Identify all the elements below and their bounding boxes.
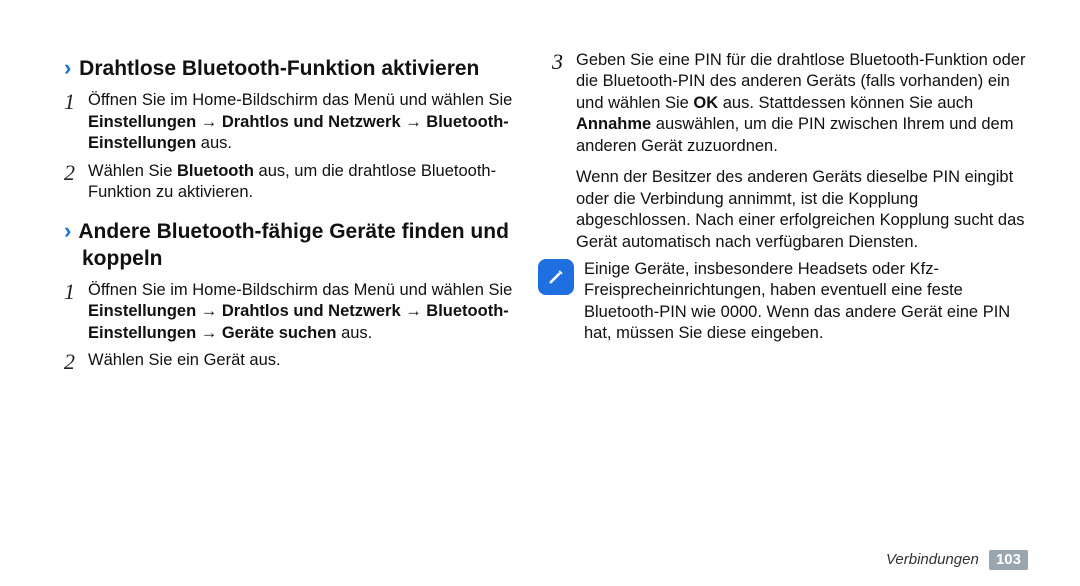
footer-page-number: 103 — [989, 550, 1028, 570]
footer-section: Verbindungen — [886, 551, 979, 568]
note-block: Einige Geräte, insbesondere Headsets ode… — [540, 259, 1028, 345]
step-pin-entry: 3 Geben Sie eine PIN für die drahtlose B… — [576, 50, 1028, 157]
step-text-line1: Geben Sie eine PIN für die drahtlose Blu… — [576, 51, 1025, 155]
step-number: 1 — [64, 88, 75, 117]
pencil-note-icon — [545, 266, 567, 288]
step-activate-1: 1 Öffnen Sie im Home-Bildschirm das Menü… — [52, 90, 514, 154]
heading-activate-bluetooth: › Drahtlose Bluetooth-Funktion aktiviere… — [82, 54, 514, 82]
steps-find-pair: 1 Öffnen Sie im Home-Bildschirm das Menü… — [52, 280, 514, 372]
heading-text: Andere Bluetooth-fähige Geräte finden un… — [78, 220, 509, 269]
step-find-2: 2 Wählen Sie ein Gerät aus. — [52, 350, 514, 371]
step-find-1: 1 Öffnen Sie im Home-Bildschirm das Menü… — [52, 280, 514, 344]
chevron-right-icon: › — [64, 218, 71, 243]
heading-find-pair: › Andere Bluetooth-fähige Geräte finden … — [82, 217, 514, 272]
step-number: 3 — [552, 48, 563, 77]
step-activate-2: 2 Wählen Sie Bluetooth aus, um die draht… — [52, 161, 514, 204]
right-column: 3 Geben Sie eine PIN für die drahtlose B… — [540, 50, 1028, 574]
page-root: › Drahtlose Bluetooth-Funktion aktiviere… — [0, 0, 1080, 586]
step-number: 2 — [64, 348, 75, 377]
step-text: Wählen Sie ein Gerät aus. — [88, 351, 281, 369]
step-pin-result: Wenn der Besitzer des anderen Geräts die… — [576, 167, 1028, 253]
step-number: 1 — [64, 278, 75, 307]
page-footer: Verbindungen 103 — [886, 551, 1028, 568]
steps-activate: 1 Öffnen Sie im Home-Bildschirm das Menü… — [52, 90, 514, 203]
note-text: Einige Geräte, insbesondere Headsets ode… — [584, 259, 1028, 345]
heading-text: Drahtlose Bluetooth-Funktion aktivieren — [79, 57, 479, 80]
step-number: 2 — [64, 159, 75, 188]
left-column: › Drahtlose Bluetooth-Funktion aktiviere… — [52, 50, 540, 574]
step-text: Öffnen Sie im Home-Bildschirm das Menü u… — [88, 91, 512, 152]
step-text: Öffnen Sie im Home-Bildschirm das Menü u… — [88, 281, 512, 342]
step-text: Wählen Sie Bluetooth aus, um die drahtlo… — [88, 162, 496, 201]
note-icon — [538, 259, 574, 295]
chevron-right-icon: › — [64, 55, 71, 80]
